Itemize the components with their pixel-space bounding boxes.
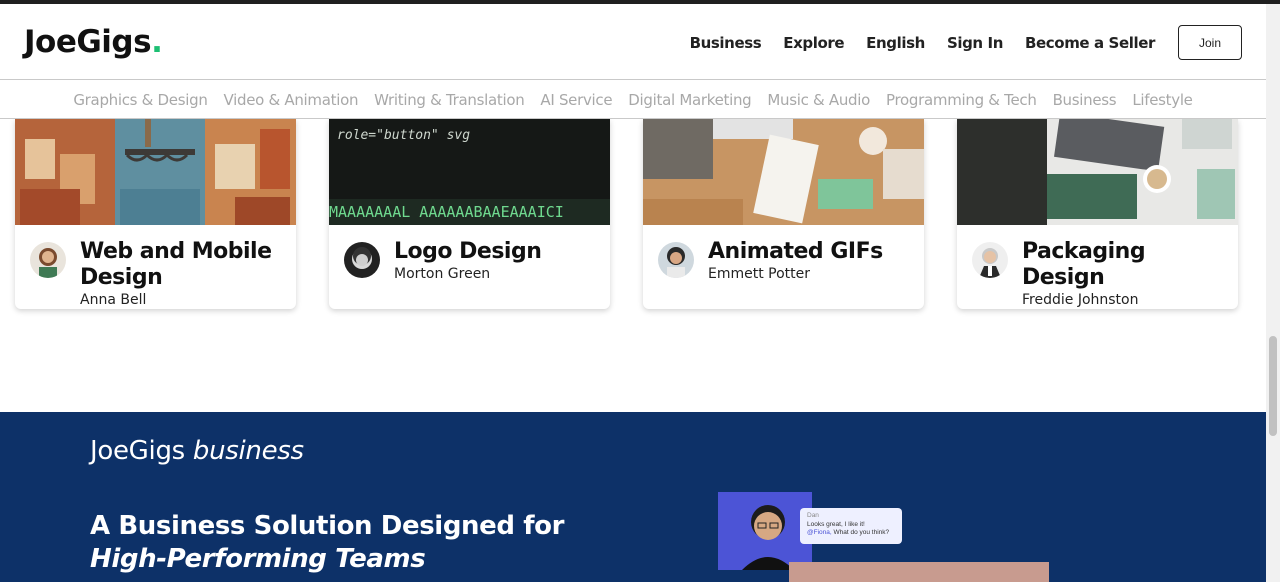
illustration-panel [789,562,1049,582]
category-business[interactable]: Business [1053,91,1117,109]
card-title[interactable]: Logo Design Morton Green [394,239,604,283]
top-header: JoeGigs. Business Explore English Sign I… [0,4,1266,80]
chat-mention: @Fiona, [807,529,832,536]
card-title[interactable]: Packaging Design Freddie Johnston [1022,239,1232,309]
avatar[interactable] [344,242,380,278]
code-image: role="button" svg MAAAAAAAL AAAAAABAAEAA… [329,119,610,225]
card-title-text: Packaging Design [1022,239,1146,290]
card-author: Morton Green [394,266,491,282]
venice-image [15,119,296,225]
category-ai-service[interactable]: AI Service [540,91,612,109]
nav-language[interactable]: English [866,34,925,52]
category-programming-tech[interactable]: Programming & Tech [886,91,1037,109]
project-card[interactable]: role="button" svg MAAAAAAAL AAAAAABAAEAA… [329,119,610,309]
avatar[interactable] [658,242,694,278]
laptop-image [957,119,1238,225]
code-line-1: role="button" svg [337,128,470,143]
card-title[interactable]: Web and Mobile Design Anna Bell [80,239,290,309]
project-card[interactable]: Animated GIFs Emmett Potter [643,119,924,309]
project-card[interactable]: Packaging Design Freddie Johnston [957,119,1238,309]
card-author: Freddie Johnston [1022,292,1139,308]
avatar[interactable] [972,242,1008,278]
nav-explore[interactable]: Explore [783,34,844,52]
card-title-text: Animated GIFs [708,239,883,264]
join-button[interactable]: Join [1178,25,1242,60]
business-brand-italic: business [192,436,304,466]
card-author: Anna Bell [80,292,147,308]
card-title[interactable]: Animated GIFs Emmett Potter [708,239,918,283]
business-headline: A Business Solution Designed for High-Pe… [90,510,610,576]
card-title-text: Logo Design [394,239,542,264]
card-author: Emmett Potter [708,266,811,282]
business-headline-italic: High-Performing Teams [90,544,426,574]
logo-dot: . [151,24,163,60]
card-title-text: Web and Mobile Design [80,239,272,290]
category-video-animation[interactable]: Video & Animation [224,91,359,109]
nav-business[interactable]: Business [690,34,762,52]
category-lifestyle[interactable]: Lifestyle [1132,91,1193,109]
logo-text: JoeGigs [24,24,152,60]
page-scrollbar[interactable] [1266,4,1280,582]
business-illustration: Dan Looks great, I like it! @Fiona, What… [718,492,1058,582]
business-headline-plain: A Business Solution Designed for [90,511,565,541]
category-writing-translation[interactable]: Writing & Translation [374,91,525,109]
category-music-audio[interactable]: Music & Audio [767,91,870,109]
business-brand-plain: JoeGigs [90,436,185,466]
category-digital-marketing[interactable]: Digital Marketing [628,91,751,109]
team-member-photo [718,492,812,570]
business-section: JoeGigs business A Business Solution Des… [0,412,1266,582]
project-cards: Web and Mobile Design Anna Bell role="bu… [0,119,1266,314]
page-viewport: JoeGigs. Business Explore English Sign I… [0,4,1266,582]
chat-line-2: What do you think? [833,529,890,536]
category-bar: Graphics & Design Video & Animation Writ… [0,81,1266,119]
scrollbar-thumb[interactable] [1269,336,1277,436]
desk-image [643,119,924,225]
nav-sign-in[interactable]: Sign In [947,34,1003,52]
chat-line-1: Looks great, I like it! [807,520,865,528]
business-brand: JoeGigs business [90,436,304,466]
project-card[interactable]: Web and Mobile Design Anna Bell [15,119,296,309]
site-logo[interactable]: JoeGigs. [24,24,163,60]
code-line-2: MAAAAAAAL AAAAAABAAEAAAICI [329,203,564,221]
category-graphics-design[interactable]: Graphics & Design [73,91,207,109]
nav-become-seller[interactable]: Become a Seller [1025,34,1155,52]
main-nav: Business Explore English Sign In Become … [668,25,1242,60]
avatar[interactable] [30,242,66,278]
chat-sender: Dan [807,512,819,519]
chat-bubble: Dan Looks great, I like it! @Fiona, What… [800,508,902,544]
